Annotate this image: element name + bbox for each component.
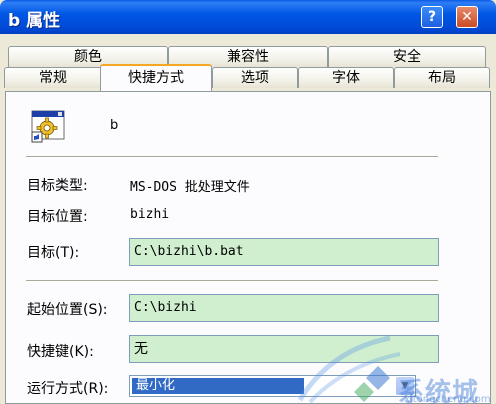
help-button[interactable]: ?: [421, 6, 443, 28]
target-location-value: bizhi: [130, 207, 170, 222]
run-label: 运行方式(R):: [27, 381, 109, 397]
title-bar[interactable]: b 属性 ? ✕: [0, 0, 496, 34]
run-selected-value: 最小化: [132, 378, 304, 394]
tab-shortcut[interactable]: 快捷方式: [100, 64, 212, 91]
separator-2: [26, 280, 438, 282]
start-in-input[interactable]: C:\bizhi: [129, 294, 439, 322]
tab-layout[interactable]: 布局: [394, 67, 490, 88]
tab-security[interactable]: 安全: [328, 46, 486, 67]
tab-font[interactable]: 字体: [298, 67, 394, 88]
hotkey-label: 快捷键(K):: [27, 344, 94, 360]
tab-strip: 颜色 兼容性 安全 常规 快捷方式 选项 字体 布局: [0, 34, 496, 94]
batch-file-icon: [31, 110, 65, 143]
target-input[interactable]: C:\bizhi\b.bat: [129, 238, 439, 266]
tab-general[interactable]: 常规: [4, 67, 102, 88]
properties-window: b 属性 ? ✕ 颜色 兼容性 安全 常规 快捷方式 选项 字体 布局 b 目标…: [0, 0, 496, 404]
watermark-url: xitongcheng.com: [404, 394, 491, 404]
window-title: b 属性: [8, 11, 61, 31]
target-type-value: MS-DOS 批处理文件: [130, 180, 250, 195]
separator-1: [26, 156, 438, 158]
target-type-label: 目标类型:: [27, 178, 88, 194]
target-location-label: 目标位置:: [27, 209, 88, 225]
shortcut-name: b: [110, 118, 119, 133]
close-button[interactable]: ✕: [456, 6, 478, 28]
tab-options[interactable]: 选项: [212, 67, 298, 88]
run-dropdown[interactable]: 最小化 ▼: [129, 375, 416, 397]
hotkey-input[interactable]: 无: [129, 335, 439, 363]
target-label: 目标(T):: [27, 245, 80, 261]
start-in-label: 起始位置(S):: [27, 302, 108, 318]
